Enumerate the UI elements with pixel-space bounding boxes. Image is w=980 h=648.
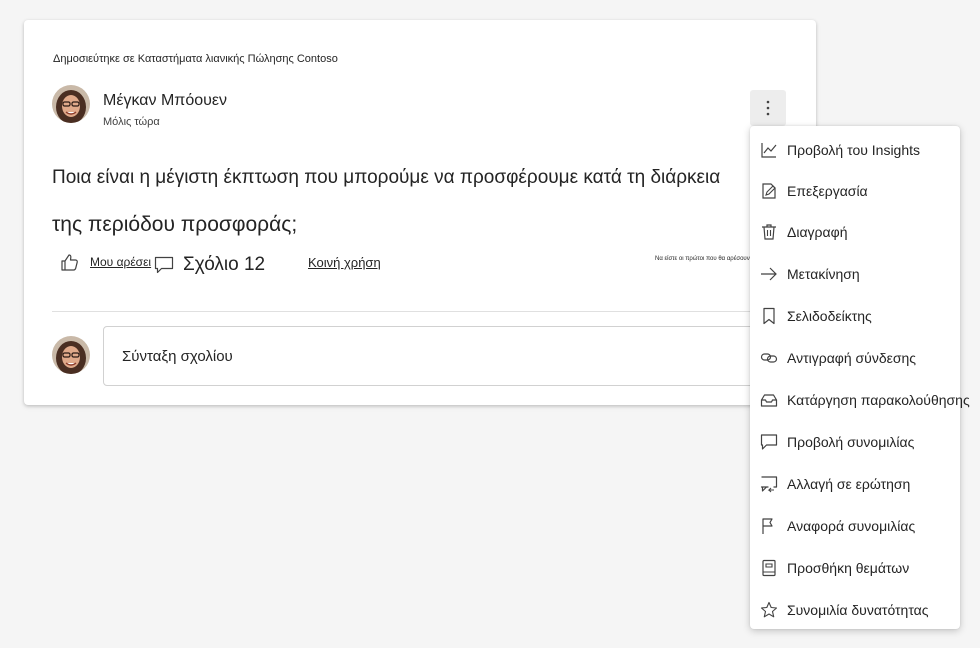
comment-input[interactable]: Σύνταξη σχολίου [103,326,793,386]
author-name[interactable]: Μέγκαν Μπόουεν [103,92,227,110]
arrow-right-icon [760,265,778,283]
menu-item-view-conversation[interactable]: Προβολή συνομιλίας [750,422,980,462]
first-like-hint: Να είστε οι πρώτοι που θα αρέσουν αυτό [655,256,764,262]
comment-label[interactable]: Σχόλιο 12 [183,254,265,276]
menu-item-bookmark[interactable]: Σελιδοδείκτης [750,296,980,336]
question-line-2: της περιόδου προσφοράς; [52,213,298,236]
menu-item-label: Σελιδοδείκτης [787,308,872,324]
more-vertical-icon [766,100,770,116]
notebook-icon [760,559,778,577]
commenter-avatar [52,336,90,374]
bookmark-icon [760,307,778,325]
link-icon [760,349,778,367]
divider [52,311,792,312]
edit-icon [760,182,778,200]
menu-item-label: Κατάργηση παρακολούθησης [787,392,970,408]
menu-item-delete[interactable]: Διαγραφή [750,212,980,252]
author-avatar[interactable] [52,85,90,123]
menu-item-label: Διαγραφή [787,224,848,240]
menu-item-report-conversation[interactable]: Αναφορά συνομιλίας [750,506,980,546]
chat-swap-icon [760,475,778,493]
trash-icon [760,223,778,241]
insights-chart-icon [760,141,778,159]
menu-item-feature-conversation[interactable]: Συνομιλία δυνατότητας [750,590,980,630]
like-button[interactable]: Μου αρέσει [60,252,151,272]
menu-item-change-to-question[interactable]: Αλλαγή σε ερώτηση [750,464,980,504]
menu-item-label: Προσθήκη θεμάτων [787,560,910,576]
share-button[interactable]: Κοινή χρήση [308,255,381,270]
comment-icon [154,256,174,274]
comment-placeholder: Σύνταξη σχολίου [122,347,233,365]
post-question: Ποια είναι η μέγιστη έκπτωση που μπορούμ… [52,154,772,248]
thumbs-up-icon [61,254,78,271]
menu-item-label: Προβολή του Insights [787,142,921,158]
menu-item-move[interactable]: Μετακίνηση [750,254,980,294]
menu-item-label: Επεξεργασία [787,183,868,199]
post-card: Δημοσιεύτηκε σε Καταστήματα λιανικής Πώλ… [24,20,816,405]
comment-button[interactable]: Σχόλιο 12 [154,254,265,276]
menu-item-view-insights[interactable]: Προβολή του Insights [750,130,980,170]
menu-item-label: Αλλαγή σε ερώτηση [787,476,911,492]
posted-in-label: Δημοσιεύτηκε σε Καταστήματα λιανικής Πώλ… [53,53,338,65]
star-icon [760,601,778,619]
menu-item-label: Αναφορά συνομιλίας [787,518,916,534]
question-line-1: Ποια είναι η μέγιστη έκπτωση που μπορούμ… [52,167,721,188]
inbox-icon [760,391,778,409]
chat-icon [760,433,778,451]
menu-item-add-topics[interactable]: Προσθήκη θεμάτων [750,548,980,588]
post-timestamp: Μόλις τώρα [103,116,160,128]
more-options-button[interactable] [750,90,786,126]
menu-item-label: Συνομιλία δυνατότητας [787,602,929,618]
menu-item-label: Προβολή συνομιλίας [787,434,915,450]
like-label[interactable]: Μου αρέσει [90,255,151,269]
menu-item-label: Αντιγραφή σύνδεσης [787,350,917,366]
menu-item-copy-link[interactable]: Αντιγραφή σύνδεσης [750,338,980,378]
menu-item-label: Μετακίνηση [787,266,860,282]
menu-item-unfollow[interactable]: Κατάργηση παρακολούθησης [750,380,980,420]
menu-item-edit[interactable]: Επεξεργασία [750,171,980,211]
post-options-menu: Προβολή του Insights Επεξεργασία Διαγραφ… [750,126,970,629]
share-label[interactable]: Κοινή χρήση [308,255,381,270]
flag-icon [760,517,778,535]
